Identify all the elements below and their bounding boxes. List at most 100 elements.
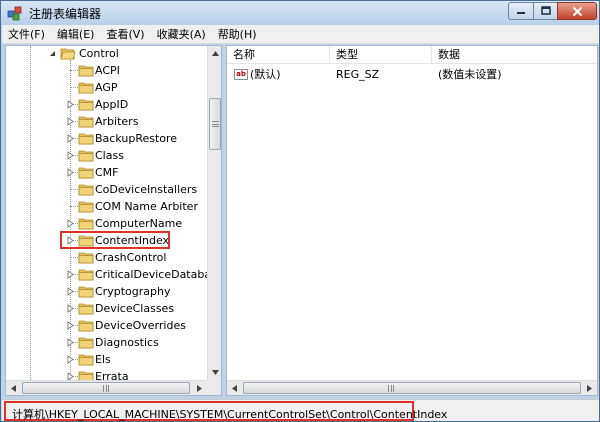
- tree-item-label: CriticalDeviceDatabase: [95, 268, 222, 281]
- list-row[interactable]: ab (默认) REG_SZ (数值未设置): [227, 66, 597, 83]
- title-bar[interactable]: 注册表编辑器: [1, 1, 599, 25]
- tree-item-label: CMF: [95, 166, 119, 179]
- menu-file[interactable]: 文件(F): [2, 25, 51, 44]
- tree-item-label: ComputerName: [95, 217, 183, 230]
- tree-item[interactable]: CriticalDeviceDatabase: [6, 266, 221, 283]
- tree-item-label: DeviceOverrides: [95, 319, 186, 332]
- menu-view[interactable]: 查看(V): [100, 25, 150, 44]
- collapse-arrow-icon[interactable]: [48, 49, 57, 58]
- expand-arrow-icon[interactable]: [66, 100, 75, 109]
- tree-item[interactable]: Class: [6, 147, 206, 164]
- tree-item-label: CrashControl: [95, 251, 167, 264]
- arrow-left-icon: [232, 385, 237, 392]
- expand-arrow-icon[interactable]: [66, 321, 75, 330]
- tree-vertical-scrollbar[interactable]: [207, 46, 221, 380]
- minimize-icon: [517, 12, 525, 14]
- window-title: 注册表编辑器: [29, 7, 102, 21]
- scroll-thumb[interactable]: [209, 98, 221, 150]
- expand-arrow-icon[interactable]: [66, 134, 75, 143]
- tree-item-label: AppID: [95, 98, 129, 111]
- tree-item-label: COM Name Arbiter: [95, 200, 198, 213]
- tree-item[interactable]: COM Name Arbiter: [6, 198, 206, 215]
- folder-icon: [78, 354, 94, 366]
- column-header-name[interactable]: 名称: [227, 46, 330, 64]
- scroll-thumb[interactable]: [22, 382, 190, 394]
- folder-icon: [78, 218, 94, 230]
- registry-tree[interactable]: Control ACPI AGP AppID Arbiters BackupRestor…: [5, 45, 222, 396]
- menu-bar: 文件(F) 编辑(E) 查看(V) 收藏夹(A) 帮助(H): [2, 25, 599, 44]
- close-icon: [572, 6, 582, 16]
- folder-icon: [78, 201, 94, 213]
- folder-icon: [78, 167, 94, 179]
- tree-item-label: Class: [95, 149, 124, 162]
- status-path: 计算机\HKEY_LOCAL_MACHINE\SYSTEM\CurrentCon…: [12, 408, 448, 421]
- folder-icon: [78, 252, 94, 264]
- tree-item[interactable]: AppID: [6, 96, 206, 113]
- folder-icon: [78, 269, 94, 281]
- tree-item[interactable]: Cryptography: [6, 283, 206, 300]
- column-header-type[interactable]: 类型: [330, 46, 432, 64]
- expand-arrow-icon[interactable]: [66, 338, 75, 347]
- selection-highlight: [60, 231, 170, 249]
- expand-arrow-icon[interactable]: [66, 270, 75, 279]
- grip-icon: [103, 385, 109, 392]
- expand-arrow-icon[interactable]: [66, 219, 75, 228]
- folder-open-icon: [60, 48, 76, 60]
- arrow-left-icon: [11, 385, 16, 392]
- tree-item[interactable]: Els: [6, 351, 206, 368]
- scroll-right-button[interactable]: [582, 381, 597, 395]
- minimize-button[interactable]: [508, 2, 534, 20]
- tree-item[interactable]: DeviceOverrides: [6, 317, 206, 334]
- grip-icon: [212, 121, 219, 127]
- menu-edit[interactable]: 编辑(E): [51, 25, 101, 44]
- regedit-app-icon: [7, 6, 22, 21]
- value-name: (默认): [250, 68, 281, 81]
- tree-item[interactable]: CrashControl: [6, 249, 206, 266]
- folder-icon: [78, 116, 94, 128]
- maximize-button[interactable]: [533, 2, 558, 20]
- folder-icon: [78, 150, 94, 162]
- maximize-icon: [540, 6, 551, 15]
- tree-item[interactable]: BackupRestore: [6, 130, 206, 147]
- values-list[interactable]: 名称 类型 数据 ab (默认) REG_SZ (数值未设置): [226, 45, 598, 396]
- arrow-right-icon: [587, 385, 592, 392]
- expand-arrow-icon[interactable]: [66, 117, 75, 126]
- tree-item-control[interactable]: Control: [6, 46, 206, 62]
- folder-icon: [78, 320, 94, 332]
- column-header-data[interactable]: 数据: [432, 46, 597, 64]
- menu-help[interactable]: 帮助(H): [212, 25, 263, 44]
- folder-icon: [78, 82, 94, 94]
- scroll-left-button[interactable]: [227, 381, 242, 395]
- expand-arrow-icon[interactable]: [66, 287, 75, 296]
- tree-item[interactable]: ComputerName: [6, 215, 206, 232]
- status-bar: 计算机\HKEY_LOCAL_MACHINE\SYSTEM\CurrentCon…: [2, 399, 599, 421]
- scroll-down-button[interactable]: [208, 365, 221, 380]
- scroll-left-button[interactable]: [6, 381, 21, 395]
- arrow-right-icon: [197, 385, 202, 392]
- tree-item[interactable]: DeviceClasses: [6, 300, 206, 317]
- grip-icon: [388, 385, 394, 392]
- tree-item-label: Arbiters: [95, 115, 139, 128]
- tree-item[interactable]: Diagnostics: [6, 334, 206, 351]
- expand-arrow-icon[interactable]: [66, 304, 75, 313]
- expand-arrow-icon[interactable]: [66, 168, 75, 177]
- tree-item[interactable]: Arbiters: [6, 113, 206, 130]
- tree-item-label: DeviceClasses: [95, 302, 175, 315]
- tree-item[interactable]: CMF: [6, 164, 206, 181]
- expand-arrow-icon[interactable]: [66, 355, 75, 364]
- tree-item[interactable]: ACPI: [6, 62, 206, 79]
- folder-icon: [78, 133, 94, 145]
- tree-item[interactable]: AGP: [6, 79, 206, 96]
- tree-horizontal-scrollbar[interactable]: [6, 380, 207, 395]
- scroll-up-button[interactable]: [208, 46, 221, 61]
- list-horizontal-scrollbar[interactable]: [227, 380, 597, 395]
- expand-arrow-icon[interactable]: [66, 151, 75, 160]
- scroll-right-button[interactable]: [192, 381, 207, 395]
- scroll-thumb[interactable]: [243, 382, 581, 394]
- arrow-up-icon: [212, 51, 219, 56]
- tree-item[interactable]: CoDeviceInstallers: [6, 181, 206, 198]
- status-path-highlight: 计算机\HKEY_LOCAL_MACHINE\SYSTEM\CurrentCon…: [4, 401, 447, 421]
- close-button[interactable]: [557, 2, 597, 20]
- menu-favorites[interactable]: 收藏夹(A): [151, 25, 212, 44]
- list-header: 名称 类型 数据: [227, 46, 597, 64]
